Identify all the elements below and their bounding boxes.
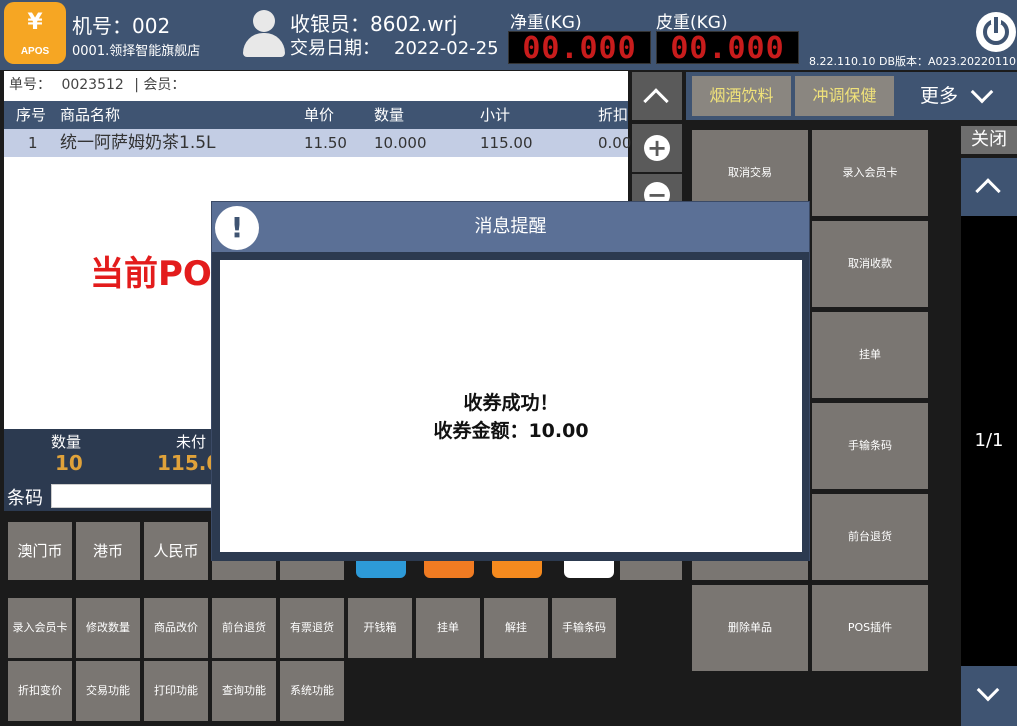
page-indicator: 1/1 bbox=[974, 430, 1004, 451]
unpaid-label: 未付 bbox=[176, 433, 207, 451]
row-qty: 10.000 bbox=[374, 134, 427, 152]
manual-barcode-button[interactable]: 手输条码 bbox=[552, 598, 616, 658]
discount-price-button[interactable]: 折扣变价 bbox=[8, 661, 72, 721]
hold-order-button[interactable]: 挂单 bbox=[416, 598, 480, 658]
open-cash-drawer-button[interactable]: 开钱箱 bbox=[348, 598, 412, 658]
page-down-button[interactable] bbox=[961, 666, 1017, 726]
row-subtotal: 115.00 bbox=[480, 134, 533, 152]
category-tab[interactable]: 烟酒饮料 bbox=[692, 76, 791, 116]
manual-barcode-button[interactable]: 手输条码 bbox=[812, 403, 928, 489]
transaction-functions-button[interactable]: 交易功能 bbox=[76, 661, 140, 721]
decrease-button[interactable]: − bbox=[632, 174, 682, 208]
print-functions-button[interactable]: 打印功能 bbox=[144, 661, 208, 721]
barcode-row: 条码 bbox=[4, 481, 216, 511]
qty-value: 10 bbox=[55, 451, 83, 475]
close-button[interactable]: 关闭 bbox=[961, 126, 1017, 154]
enter-member-card-button[interactable]: 录入会员卡 bbox=[8, 598, 72, 658]
barcode-label: 条码 bbox=[7, 488, 43, 509]
col-subtotal: 小计 bbox=[480, 106, 511, 124]
net-weight-label: 净重(KG) bbox=[510, 13, 582, 33]
modify-quantity-button[interactable]: 修改数量 bbox=[76, 598, 140, 658]
row-price: 11.50 bbox=[304, 134, 347, 152]
front-return-button[interactable]: 前台退货 bbox=[812, 494, 928, 580]
table-row[interactable]: 1 统一阿萨姆奶茶1.5L 11.50 10.000 115.00 0.00 bbox=[4, 129, 632, 157]
rmb-currency-button[interactable]: 人民币 bbox=[144, 522, 208, 580]
member-label: | 会员： bbox=[134, 77, 186, 93]
col-name: 商品名称 bbox=[60, 106, 121, 124]
scroll-up-button[interactable] bbox=[632, 72, 682, 120]
hold-order-button[interactable]: 挂单 bbox=[812, 312, 928, 398]
receipt-return-button[interactable]: 有票退货 bbox=[280, 598, 344, 658]
change-price-button[interactable]: 商品改价 bbox=[144, 598, 208, 658]
exclamation-icon: ! bbox=[215, 206, 259, 250]
date-value: 2022-02-25 bbox=[394, 38, 499, 59]
totals-panel: 数量 10 未付 115.0 bbox=[4, 429, 220, 481]
dialog-content[interactable]: 收券成功！ 收券金额：10.00 bbox=[220, 260, 802, 552]
store-name: 0001.领择智能旗舰店 bbox=[72, 44, 201, 59]
delete-item-button[interactable]: 删除单品 bbox=[692, 585, 808, 671]
more-button[interactable]: 更多 bbox=[920, 72, 958, 120]
table-header: 序号 商品名称 单价 数量 小计 折扣 bbox=[4, 101, 628, 129]
power-icon[interactable] bbox=[976, 12, 1016, 52]
logo-text: APOS bbox=[20, 46, 50, 57]
query-functions-button[interactable]: 查询功能 bbox=[212, 661, 276, 721]
chevron-up-icon bbox=[975, 178, 1001, 204]
category-bar: 烟酒饮料 冲调保健 更多 bbox=[686, 72, 1017, 120]
tare-weight-label: 皮重(KG) bbox=[656, 13, 728, 33]
cashier-value: 8602.wrj bbox=[370, 12, 458, 36]
hkd-currency-button[interactable]: 港币 bbox=[76, 522, 140, 580]
front-return-button[interactable]: 前台退货 bbox=[212, 598, 276, 658]
order-no-label: 单号： bbox=[9, 77, 51, 93]
apos-logo: ¥ APOS bbox=[4, 2, 66, 64]
chevron-down-icon[interactable] bbox=[970, 80, 994, 104]
qty-label: 数量 bbox=[51, 433, 82, 451]
version-info: 8.22.110.10 DB版本：A023.20220110 bbox=[809, 55, 1016, 68]
watermark-text: 当前PO bbox=[90, 254, 212, 294]
mop-currency-button[interactable]: 澳门币 bbox=[8, 522, 72, 580]
row-name: 统一阿萨姆奶茶1.5L bbox=[60, 133, 216, 153]
machine-number: 机号：002 bbox=[72, 14, 171, 38]
barcode-input[interactable] bbox=[51, 484, 216, 508]
page-up-button[interactable] bbox=[961, 158, 1017, 216]
enter-member-card-button[interactable]: 录入会员卡 bbox=[812, 130, 928, 216]
order-no: 0023512 bbox=[61, 77, 124, 93]
dialog-message-line2: 收券金额：10.00 bbox=[433, 420, 589, 442]
user-icon bbox=[240, 8, 286, 58]
row-no: 1 bbox=[28, 134, 38, 152]
tare-weight-display: 00.000 bbox=[656, 31, 799, 65]
date-label: 交易日期： bbox=[290, 38, 380, 59]
release-order-button[interactable]: 解挂 bbox=[484, 598, 548, 658]
chevron-up-icon bbox=[643, 88, 669, 114]
cashier-info: 收银员：8602.wrj bbox=[290, 8, 457, 37]
order-info: 单号： 0023512 | 会员： bbox=[4, 71, 628, 99]
col-price: 单价 bbox=[304, 106, 335, 124]
yen-icon: ¥ bbox=[27, 10, 43, 35]
col-discount: 折扣 bbox=[598, 106, 629, 124]
system-functions-button[interactable]: 系统功能 bbox=[280, 661, 344, 721]
chevron-down-icon bbox=[976, 678, 1000, 702]
net-weight-display: 00.000 bbox=[508, 31, 651, 65]
dialog-title: 消息提醒 bbox=[474, 216, 547, 237]
message-dialog: 消息提醒 ! 收券成功！ 收券金额：10.00 bbox=[211, 201, 810, 561]
increase-button[interactable]: + bbox=[632, 124, 682, 172]
pos-plugin-button[interactable]: POS插件 bbox=[812, 585, 928, 671]
dialog-header: 消息提醒 ! bbox=[212, 202, 809, 252]
dialog-message-line1: 收券成功！ bbox=[463, 392, 559, 414]
header-bar: ¥ APOS 机号：002 0001.领择智能旗舰店 收银员：8602.wrj … bbox=[0, 0, 1017, 70]
row-discount: 0.00 bbox=[598, 134, 632, 152]
plus-icon: + bbox=[644, 135, 670, 161]
col-no: 序号 bbox=[16, 106, 47, 124]
category-tab[interactable]: 冲调保健 bbox=[795, 76, 894, 116]
transaction-date: 交易日期： 2022-02-25 bbox=[290, 34, 499, 60]
cancel-payment-button[interactable]: 取消收款 bbox=[812, 221, 928, 307]
cashier-label: 收银员： bbox=[290, 12, 370, 36]
col-qty: 数量 bbox=[374, 106, 405, 124]
dialog-body: 收券成功！ 收券金额：10.00 bbox=[212, 252, 809, 561]
